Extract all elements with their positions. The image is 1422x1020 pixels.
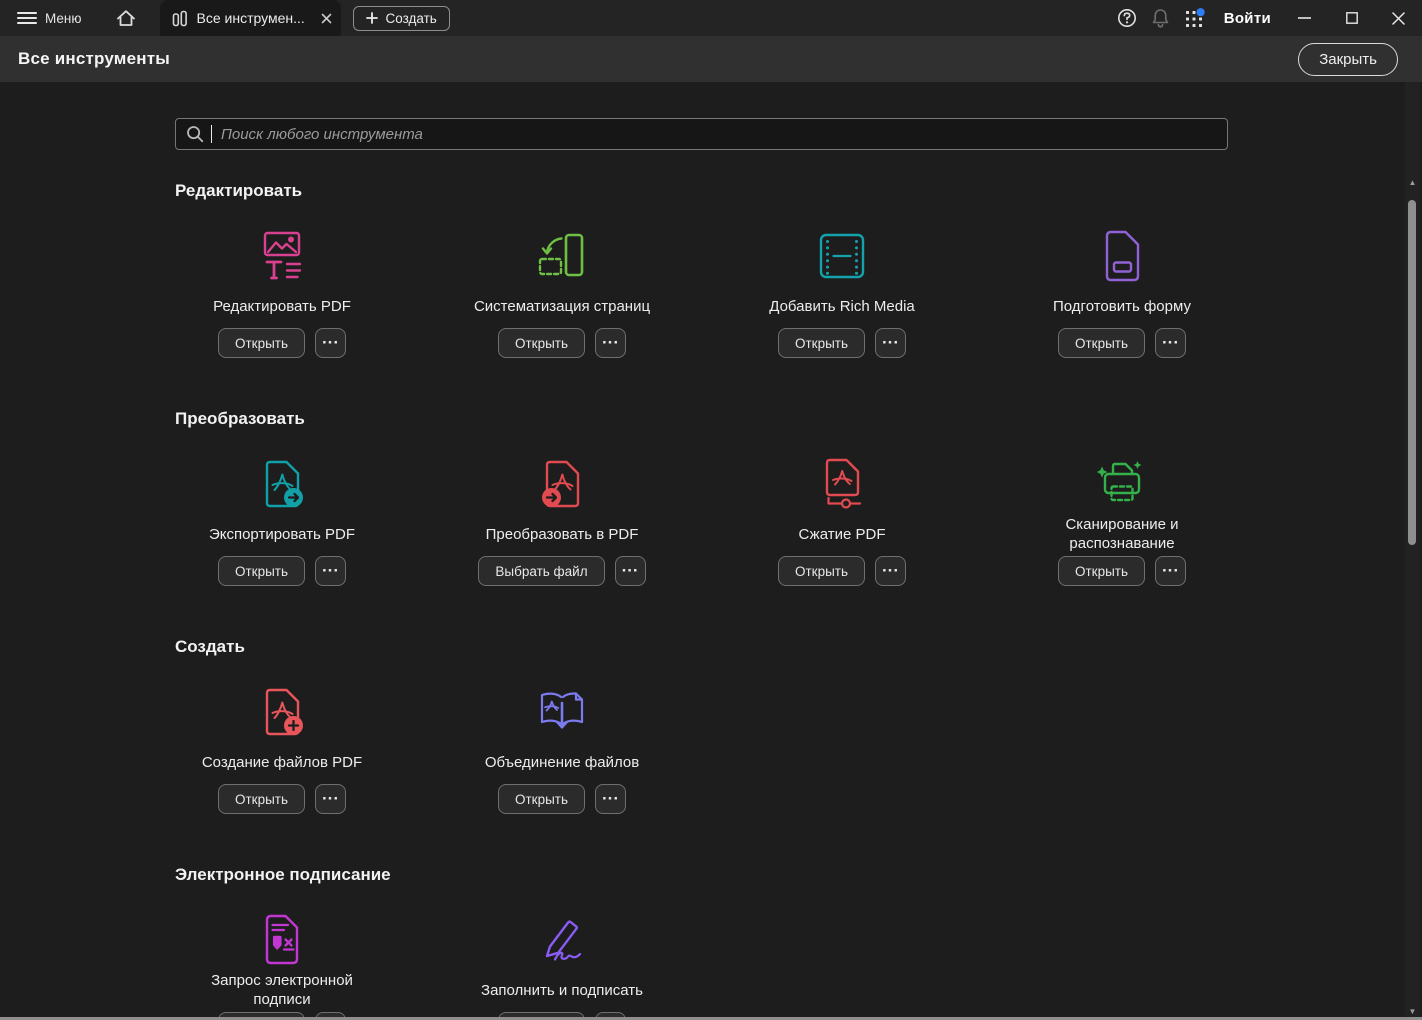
combine-files-icon [537, 682, 587, 742]
close-window-button[interactable] [1375, 0, 1422, 36]
create-label: Создать [386, 11, 437, 26]
more-options-button[interactable]: ··· [875, 328, 906, 358]
request-signature-icon [261, 910, 303, 970]
open-button[interactable]: Открыть [218, 328, 305, 358]
sign-in-button[interactable]: Войти [1224, 10, 1271, 27]
more-options-button[interactable]: ··· [615, 556, 646, 586]
more-options-button[interactable]: ··· [315, 556, 346, 586]
section-edit: Редактировать Редактировать PDF Открыть … [142, 180, 1422, 358]
rich-media-icon [819, 226, 865, 286]
prepare-form-icon [1101, 226, 1143, 286]
section-esign: Электронное подписание Запрос электронно… [142, 864, 1422, 1020]
tool-label: Сжатие PDF [799, 514, 886, 554]
tab-all-tools[interactable]: Все инструмен... [160, 0, 341, 36]
section-title: Электронное подписание [175, 864, 1422, 886]
open-button[interactable]: Открыть [218, 556, 305, 586]
scroll-down-arrow-icon[interactable]: ▼ [1405, 1007, 1420, 1016]
tool-label: Экспортировать PDF [209, 514, 355, 554]
page-header: Все инструменты Закрыть [0, 36, 1422, 82]
tool-label: Объединение файлов [485, 742, 639, 782]
tab-close-icon[interactable] [321, 13, 332, 24]
open-button[interactable]: Открыть [498, 328, 585, 358]
tool-card-compress-pdf: Сжатие PDF Открыть ··· [702, 454, 982, 586]
section-title: Преобразовать [175, 408, 1422, 430]
tools-tab-icon [172, 10, 188, 27]
help-button[interactable] [1110, 0, 1144, 36]
vertical-scrollbar[interactable]: ▲ ▼ [1405, 82, 1420, 1020]
fill-sign-icon [538, 910, 586, 970]
page-title: Все инструменты [18, 49, 170, 69]
tool-card-convert-to-pdf: Преобразовать в PDF Выбрать файл ··· [422, 454, 702, 586]
tool-label: Заполнить и подписать [481, 970, 643, 1010]
apps-grid-icon[interactable] [1178, 0, 1212, 36]
more-options-button[interactable]: ··· [875, 556, 906, 586]
minimize-button[interactable] [1281, 0, 1328, 36]
open-button[interactable]: Открыть [498, 784, 585, 814]
tool-label: Систематизация страниц [474, 286, 650, 326]
create-pdf-icon [259, 682, 305, 742]
tool-label: Подготовить форму [1053, 286, 1191, 326]
more-options-button[interactable]: ··· [595, 328, 626, 358]
home-button[interactable] [106, 0, 146, 36]
scroll-up-arrow-icon[interactable]: ▲ [1405, 178, 1420, 187]
compress-pdf-icon [819, 454, 865, 514]
more-options-button[interactable]: ··· [1155, 328, 1186, 358]
tool-card-organize-pages: Систематизация страниц Открыть ··· [422, 226, 702, 358]
organize-pages-icon [538, 226, 586, 286]
tool-label: Создание файлов PDF [202, 742, 362, 782]
tool-card-create-pdf: Создание файлов PDF Открыть ··· [142, 682, 422, 814]
edit-pdf-icon [259, 226, 305, 286]
search-bar[interactable] [175, 118, 1228, 150]
open-button[interactable]: Открыть [778, 328, 865, 358]
search-icon [186, 125, 204, 143]
hamburger-icon [17, 11, 37, 25]
tool-label: Преобразовать в PDF [486, 514, 639, 554]
open-button[interactable]: Открыть [218, 784, 305, 814]
more-options-button[interactable]: ··· [1155, 556, 1186, 586]
convert-to-pdf-icon [539, 454, 585, 514]
section-convert: Преобразовать Экспортировать PDF Открыть… [142, 408, 1422, 586]
more-options-button[interactable]: ··· [315, 784, 346, 814]
section-title: Создать [175, 636, 1422, 658]
tool-card-rich-media: Добавить Rich Media Открыть ··· [702, 226, 982, 358]
tool-card-prepare-form: Подготовить форму Открыть ··· [982, 226, 1262, 358]
open-button[interactable]: Открыть [1058, 328, 1145, 358]
close-tools-button[interactable]: Закрыть [1298, 43, 1398, 76]
tool-card-combine-files: Объединение файлов Открыть ··· [422, 682, 702, 814]
tool-label: Добавить Rich Media [769, 286, 915, 326]
tool-card-export-pdf: Экспортировать PDF Открыть ··· [142, 454, 422, 586]
tool-label: Сканирование и распознавание [1027, 514, 1217, 554]
scan-ocr-icon [1096, 454, 1148, 514]
notifications-bell-icon[interactable] [1144, 0, 1178, 36]
tool-card-edit-pdf: Редактировать PDF Открыть ··· [142, 226, 422, 358]
open-button[interactable]: Открыть [778, 556, 865, 586]
menu-label: Меню [45, 11, 82, 26]
all-tools-content: Редактировать Редактировать PDF Открыть … [0, 82, 1422, 1020]
titlebar: Меню Все инструмен... Создать [0, 0, 1422, 36]
text-caret [211, 125, 212, 143]
menu-button[interactable]: Меню [0, 0, 92, 36]
maximize-button[interactable] [1328, 0, 1375, 36]
titlebar-right: Войти [1110, 0, 1422, 36]
tool-label: Редактировать PDF [213, 286, 351, 326]
section-create: Создать Создание файлов PDF Открыть ··· [142, 636, 1422, 814]
search-input[interactable] [219, 125, 1217, 144]
plus-icon [366, 12, 378, 24]
more-options-button[interactable]: ··· [315, 328, 346, 358]
choose-file-button[interactable]: Выбрать файл [478, 556, 604, 586]
open-button[interactable]: Открыть [1058, 556, 1145, 586]
tool-card-request-signature: Запрос электронной подписи Открыть ··· [142, 910, 422, 1020]
more-options-button[interactable]: ··· [595, 784, 626, 814]
notification-dot [1197, 8, 1205, 16]
create-button[interactable]: Создать [353, 6, 450, 31]
tab-title: Все инструмен... [197, 10, 312, 26]
export-pdf-icon [259, 454, 305, 514]
tool-card-scan-ocr: Сканирование и распознавание Открыть ··· [982, 454, 1262, 586]
tool-card-fill-sign: Заполнить и подписать Открыть ··· [422, 910, 702, 1020]
home-icon [116, 9, 136, 27]
scrollbar-thumb[interactable] [1408, 200, 1416, 545]
tool-label: Запрос электронной подписи [187, 970, 377, 1010]
section-title: Редактировать [175, 180, 1422, 202]
